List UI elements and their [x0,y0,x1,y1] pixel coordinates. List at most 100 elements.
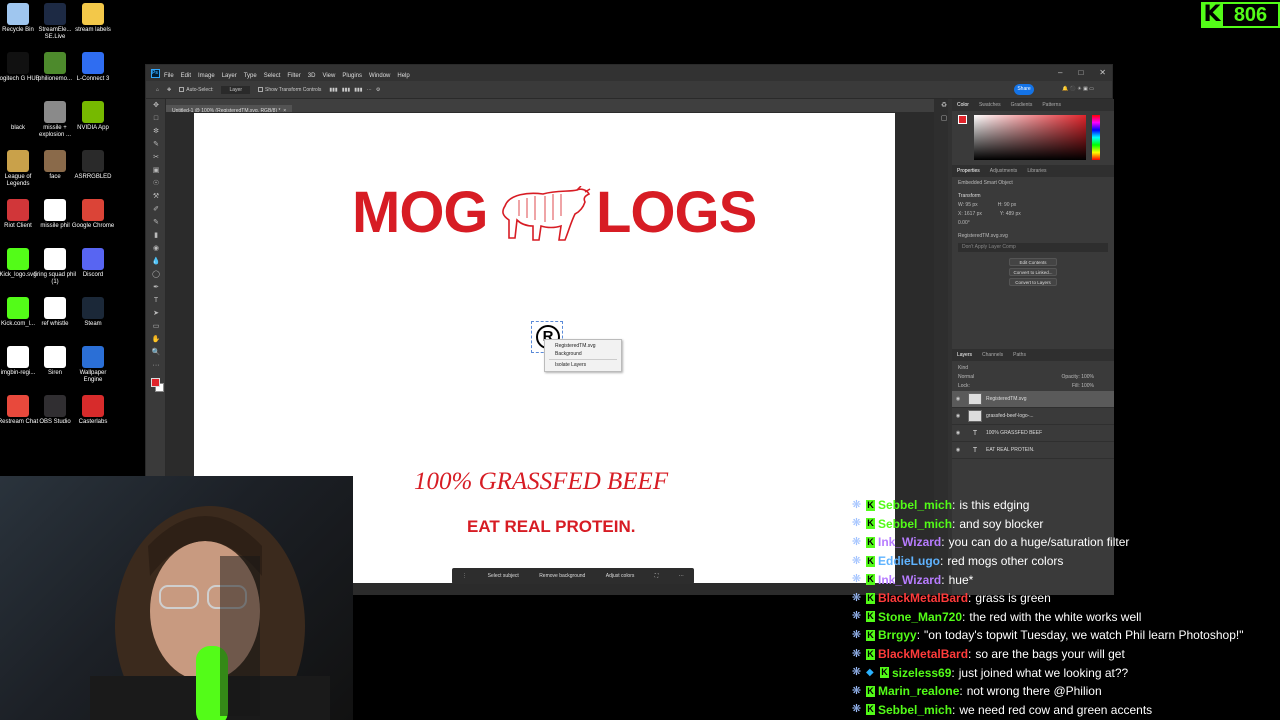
tab-libraries[interactable]: Libraries [1027,168,1046,174]
menu-type[interactable]: Type [244,73,257,79]
desktop-icon-l-connect-3[interactable]: L-Connect 3 [70,52,116,83]
edit-contents-button[interactable]: Edit Contents [1009,258,1057,266]
auto-select-dropdown[interactable]: Layer [221,85,250,94]
select-subject-button[interactable]: Select subject [488,573,519,579]
stamp-tool-icon[interactable]: ✎ [146,216,166,229]
lasso-tool-icon[interactable]: ✼ [146,125,166,138]
path-select-tool-icon[interactable]: ▭ [146,320,166,333]
angle-field[interactable]: 0.00° [952,219,1114,228]
blur-tool-icon[interactable]: ◯ [146,268,166,281]
desktop-icon-nvidia-app[interactable]: NVIDIA App [70,101,116,132]
move-tool-icon[interactable]: ✥ [146,99,166,112]
share-button[interactable]: Share [1014,84,1034,95]
tab-adjustments[interactable]: Adjustments [990,168,1018,174]
context-item-isolate[interactable]: Isolate Layers [545,361,621,369]
convert-layers-button[interactable]: Convert to Layers [1009,278,1057,286]
history-icon[interactable]: ♻ [934,99,954,112]
adjust-colors-button[interactable]: Adjust colors [606,573,635,579]
brush-tool-icon[interactable]: ✐ [146,203,166,216]
blend-mode-select[interactable]: Normal [958,373,974,382]
eraser-tool-icon[interactable]: ◉ [146,242,166,255]
menu-filter[interactable]: Filter [287,73,300,79]
pen-tool-icon[interactable]: T [146,294,166,307]
hand-tool-icon[interactable]: 🔍 [146,346,166,359]
tab-channels[interactable]: Channels [982,352,1003,358]
visibility-eye-icon[interactable]: ◉ [952,396,964,402]
menu-select[interactable]: Select [264,73,281,79]
move-tool-icon[interactable]: ✥ [167,87,171,93]
desktop-icon-wallpaper-engine[interactable]: Wallpaper Engine [70,346,116,384]
desktop-icon-casterlabs[interactable]: Casterlabs [70,395,116,426]
frame-tool-icon[interactable]: ▣ [146,164,166,177]
visibility-eye-icon[interactable]: ◉ [952,413,964,419]
crop-icon[interactable]: ⛶ [655,573,659,579]
menu-window[interactable]: Window [369,73,390,79]
auto-select-checkbox[interactable] [179,87,185,92]
foreground-swatch[interactable] [958,115,967,124]
hue-slider[interactable] [1092,115,1100,160]
layer-comp-select[interactable]: Don't Apply Layer Comp [958,243,1108,252]
visibility-eye-icon[interactable]: ◉ [952,430,964,436]
desktop-icon-google-chrome[interactable]: Google Chrome [70,199,116,230]
height-field[interactable]: H: 90 px [998,201,1017,210]
layer-row[interactable]: ◉ RegisteredTM.svg [952,391,1114,408]
menu-edit[interactable]: Edit [181,73,191,79]
dodge-tool-icon[interactable]: ✒ [146,281,166,294]
marquee-tool-icon[interactable]: □ [146,112,166,125]
visibility-eye-icon[interactable]: ◉ [952,447,964,453]
tab-properties[interactable]: Properties [957,168,980,174]
menu-3d[interactable]: 3D [308,73,316,79]
layer-row[interactable]: ◉ grassfed-beef-logo-... [952,408,1114,425]
layer-filter[interactable]: Kind [952,364,1114,373]
opacity-field[interactable]: Opacity: 100% [1061,373,1094,382]
transform-controls-option[interactable]: Show Transform Controls [258,87,321,93]
layer-row[interactable]: ◉ T 100% GRASSFED BEEF [952,425,1114,442]
crop-tool-icon[interactable]: ✂ [146,151,166,164]
zoom-tool-icon[interactable]: ··· [146,359,166,372]
maximize-icon[interactable]: □ [1078,65,1083,81]
remove-background-button[interactable]: Remove background [539,573,585,579]
history-brush-tool-icon[interactable]: ▮ [146,229,166,242]
desktop-icon-discord[interactable]: Discord [70,248,116,279]
transform-checkbox[interactable] [258,87,263,92]
menu-help[interactable]: Help [397,73,409,79]
context-item-background[interactable]: Background [545,350,621,358]
home-icon[interactable]: ⌂ [156,87,159,93]
eyedropper-tool-icon[interactable]: ☉ [146,177,166,190]
color-field[interactable] [974,115,1086,160]
desktop-icon-steam[interactable]: Steam [70,297,116,328]
comments-icon[interactable]: ▢ [934,112,954,125]
tab-paths[interactable]: Paths [1013,352,1026,358]
menu-file[interactable]: File [164,73,174,79]
layer-row[interactable]: ◉ T EAT REAL PROTEIN. [952,442,1114,459]
rectangle-tool-icon[interactable]: ✋ [146,333,166,346]
tab-gradients[interactable]: Gradients [1011,102,1033,108]
tab-patterns[interactable]: Patterns [1042,102,1061,108]
type-tool-icon[interactable]: ➤ [146,307,166,320]
more-icon[interactable]: ··· [679,573,684,579]
context-item-registered[interactable]: RegisteredTM.svg [545,342,621,350]
x-field[interactable]: X: 1617 px [958,210,982,219]
align-icons[interactable]: ▮▮▮ ▮▮▮ ▮▮▮ ··· ⚙ [329,87,380,93]
y-field[interactable]: Y: 489 px [1000,210,1021,219]
close-icon[interactable]: ✕ [1099,65,1106,81]
menu-view[interactable]: View [322,73,335,79]
tab-color[interactable]: Color [957,102,969,108]
convert-linked-button[interactable]: Convert to Linked... [1009,268,1057,276]
right-toolbar-icons[interactable]: 🔔 ⚫ ☀ ▣ ▭ [1062,86,1094,92]
width-field[interactable]: W: 95 px [958,201,978,210]
healing-tool-icon[interactable]: ⚒ [146,190,166,203]
menu-plugins[interactable]: Plugins [342,73,362,79]
desktop-icon-stream-labels[interactable]: stream labels [70,3,116,34]
color-swatches[interactable] [146,378,165,396]
menu-image[interactable]: Image [198,73,215,79]
menu-layer[interactable]: Layer [222,73,237,79]
magic-wand-tool-icon[interactable]: ✎ [146,138,166,151]
minimize-icon[interactable]: – [1058,65,1062,81]
gradient-tool-icon[interactable]: 💧 [146,255,166,268]
foreground-color-icon[interactable] [151,378,160,387]
desktop-icon-asrrgbled[interactable]: ASRRGBLED [70,150,116,181]
fill-field[interactable]: Fill: 100% [1072,382,1094,391]
tab-layers[interactable]: Layers [957,352,972,358]
tab-swatches[interactable]: Swatches [979,102,1001,108]
